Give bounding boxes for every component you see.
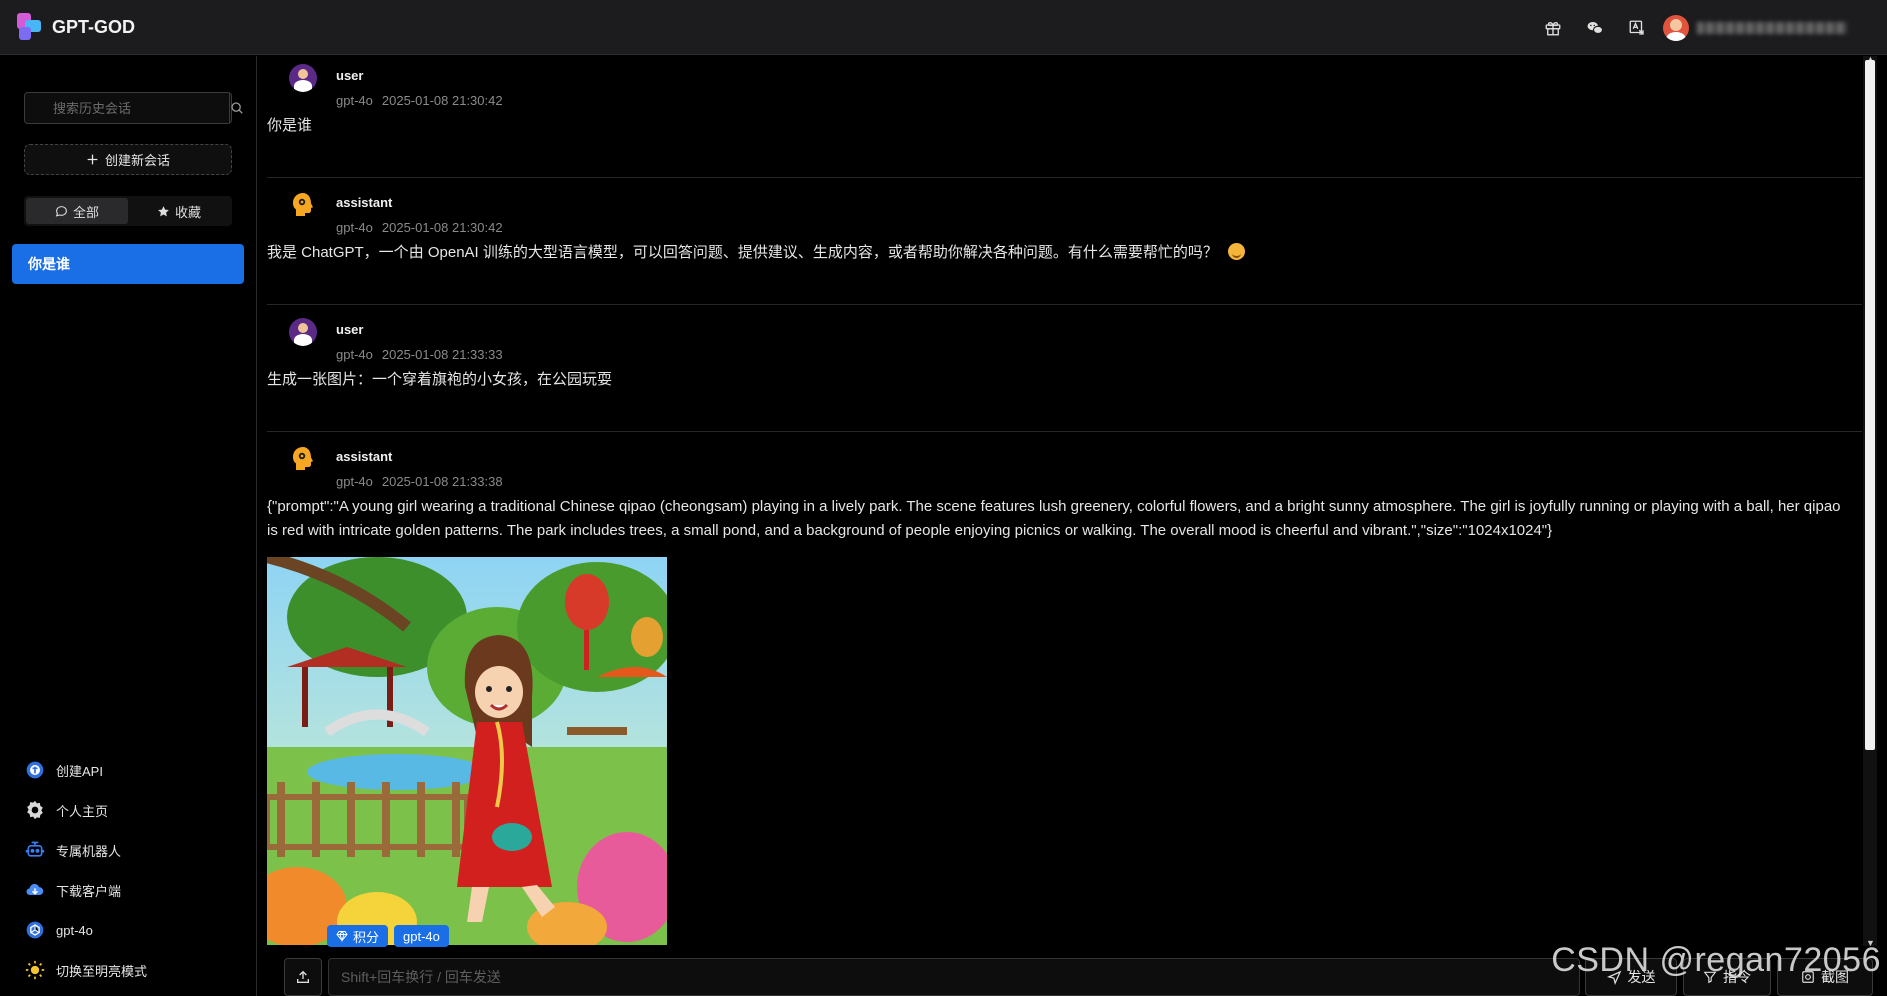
sidebar-item-label: 下载客户端 (56, 883, 122, 899)
watermark: CSDN @regan72056 (1551, 941, 1881, 979)
plus-icon (87, 154, 98, 165)
tab-all[interactable]: 全部 (26, 198, 128, 224)
user-menu[interactable] (1663, 0, 1847, 55)
message-text: 我是 ChatGPT，一个由 OpenAI 训练的大型语言模型，可以回答问题、提… (267, 244, 1218, 261)
sidebar-menu: 创建API 个人主页 专属机器人 下载客户端 gpt-4o 切换至明亮模式 (24, 750, 244, 990)
app-title: GPT-GOD (52, 16, 136, 37)
message-meta: gpt-4o 2025-01-08 21:33:38 (336, 474, 503, 489)
message-time: 2025-01-08 21:33:33 (381, 347, 503, 362)
search-button[interactable] (229, 93, 244, 123)
sun-icon (24, 959, 46, 981)
generated-image[interactable] (267, 557, 667, 945)
park-girl-illustration (267, 557, 667, 945)
sidebar-item-robot[interactable]: 专属机器人 (24, 830, 244, 870)
user-avatar (289, 318, 317, 346)
message-meta: gpt-4o 2025-01-08 21:30:42 (336, 93, 503, 108)
message-role: assistant (336, 195, 393, 210)
message-model: gpt-4o (336, 347, 373, 362)
sidebar-item-label: 切换至明亮模式 (56, 963, 148, 979)
sidebar-item-theme[interactable]: 切换至明亮模式 (24, 950, 244, 990)
diamond-icon (336, 930, 348, 942)
points-tag[interactable]: 积分 (327, 925, 389, 947)
message-model: gpt-4o (336, 474, 373, 489)
conversation-title: 你是谁 (28, 256, 70, 272)
avatar (1663, 14, 1689, 41)
message-user: user gpt-4o 2025-01-08 21:33:33 生成一张图片：一个… (267, 310, 1862, 392)
assistant-avatar-icon (289, 445, 317, 473)
message-assistant: assistant gpt-4o 2025-01-08 21:30:42 我是 C… (267, 183, 1862, 265)
search-icon (231, 102, 243, 114)
sidebar-item-create-api[interactable]: 创建API (24, 750, 244, 790)
sidebar-item-model[interactable]: gpt-4o (24, 910, 244, 950)
conversation-filter: 全部 收藏 (24, 196, 232, 226)
message-text: 你是谁 (267, 117, 313, 134)
tab-favorites[interactable]: 收藏 (128, 198, 230, 224)
tab-all-label: 全部 (72, 204, 99, 220)
robot-icon (24, 839, 46, 861)
sidebar-item-label: 专属机器人 (56, 843, 122, 859)
message-meta: gpt-4o 2025-01-08 21:30:42 (336, 220, 503, 235)
wechat-icon[interactable] (1585, 18, 1605, 38)
download-cloud-icon (24, 879, 46, 901)
message-meta: gpt-4o 2025-01-08 21:33:33 (336, 347, 503, 362)
message-model: gpt-4o (336, 93, 373, 108)
gift-icon[interactable] (1543, 18, 1563, 38)
top-toolbar (1543, 0, 1647, 55)
message-assistant: assistant gpt-4o 2025-01-08 21:33:38 {"pr… (267, 437, 1862, 543)
star-icon (158, 205, 169, 216)
points-tag-label: 积分 (353, 929, 380, 945)
chat-thread: user gpt-4o 2025-01-08 21:30:42 你是谁 assis… (258, 56, 1862, 954)
user-name (1697, 21, 1847, 34)
brand[interactable]: GPT-GOD (15, 13, 135, 41)
scroll-thumb[interactable] (1865, 60, 1875, 750)
gear-icon (24, 799, 46, 821)
message-content: 我是 ChatGPT，一个由 OpenAI 训练的大型语言模型，可以回答问题、提… (267, 241, 1862, 265)
new-chat-button[interactable]: 创建新会话 (24, 144, 232, 175)
chat-scrollbar[interactable]: ▲ ▼ (1863, 54, 1877, 948)
smile-emoji-icon (1227, 243, 1245, 260)
new-chat-label: 创建新会话 (104, 153, 170, 168)
sidebar-item-label: 创建API (56, 763, 103, 779)
tab-favorites-label: 收藏 (174, 204, 201, 220)
image-tags: 积分 gpt-4o (327, 925, 449, 947)
message-time: 2025-01-08 21:33:38 (381, 474, 503, 489)
message-text: 生成一张图片：一个穿着旗袍的小女孩，在公园玩耍 (267, 371, 613, 388)
message-time: 2025-01-08 21:30:42 (381, 93, 503, 108)
api-icon (24, 759, 46, 781)
message-divider (267, 177, 1862, 178)
sidebar-item-label: gpt-4o (56, 922, 93, 938)
user-avatar (289, 64, 317, 92)
history-search-input[interactable] (25, 93, 229, 123)
chat-bubble-icon (55, 205, 67, 217)
model-tag-label: gpt-4o (403, 928, 440, 944)
app-logo-icon (15, 13, 43, 41)
sidebar-item-profile[interactable]: 个人主页 (24, 790, 244, 830)
message-text: {"prompt":"A young girl wearing a tradit… (267, 498, 1841, 539)
message-model: gpt-4o (336, 220, 373, 235)
model-tag[interactable]: gpt-4o (394, 925, 449, 947)
message-role: user (336, 322, 364, 337)
message-divider (267, 431, 1862, 432)
openai-icon (24, 919, 46, 941)
chat-input[interactable] (328, 958, 1580, 996)
conversation-item[interactable]: 你是谁 (12, 244, 244, 284)
history-search (24, 92, 243, 124)
top-bar: GPT-GOD (0, 0, 1887, 55)
message-divider (267, 304, 1862, 305)
translate-icon[interactable] (1627, 18, 1647, 38)
assistant-avatar-icon (289, 191, 317, 219)
sidebar: 创建新会话 全部 收藏 你是谁 创建API 个人主页 (0, 56, 257, 996)
message-user: user gpt-4o 2025-01-08 21:30:42 你是谁 (267, 56, 1862, 138)
message-time: 2025-01-08 21:30:42 (381, 220, 503, 235)
message-role: assistant (336, 449, 393, 464)
upload-icon (297, 970, 309, 983)
message-role: user (336, 68, 364, 83)
upload-button[interactable] (284, 958, 322, 996)
sidebar-item-download[interactable]: 下载客户端 (24, 870, 244, 910)
sidebar-item-label: 个人主页 (56, 803, 109, 819)
